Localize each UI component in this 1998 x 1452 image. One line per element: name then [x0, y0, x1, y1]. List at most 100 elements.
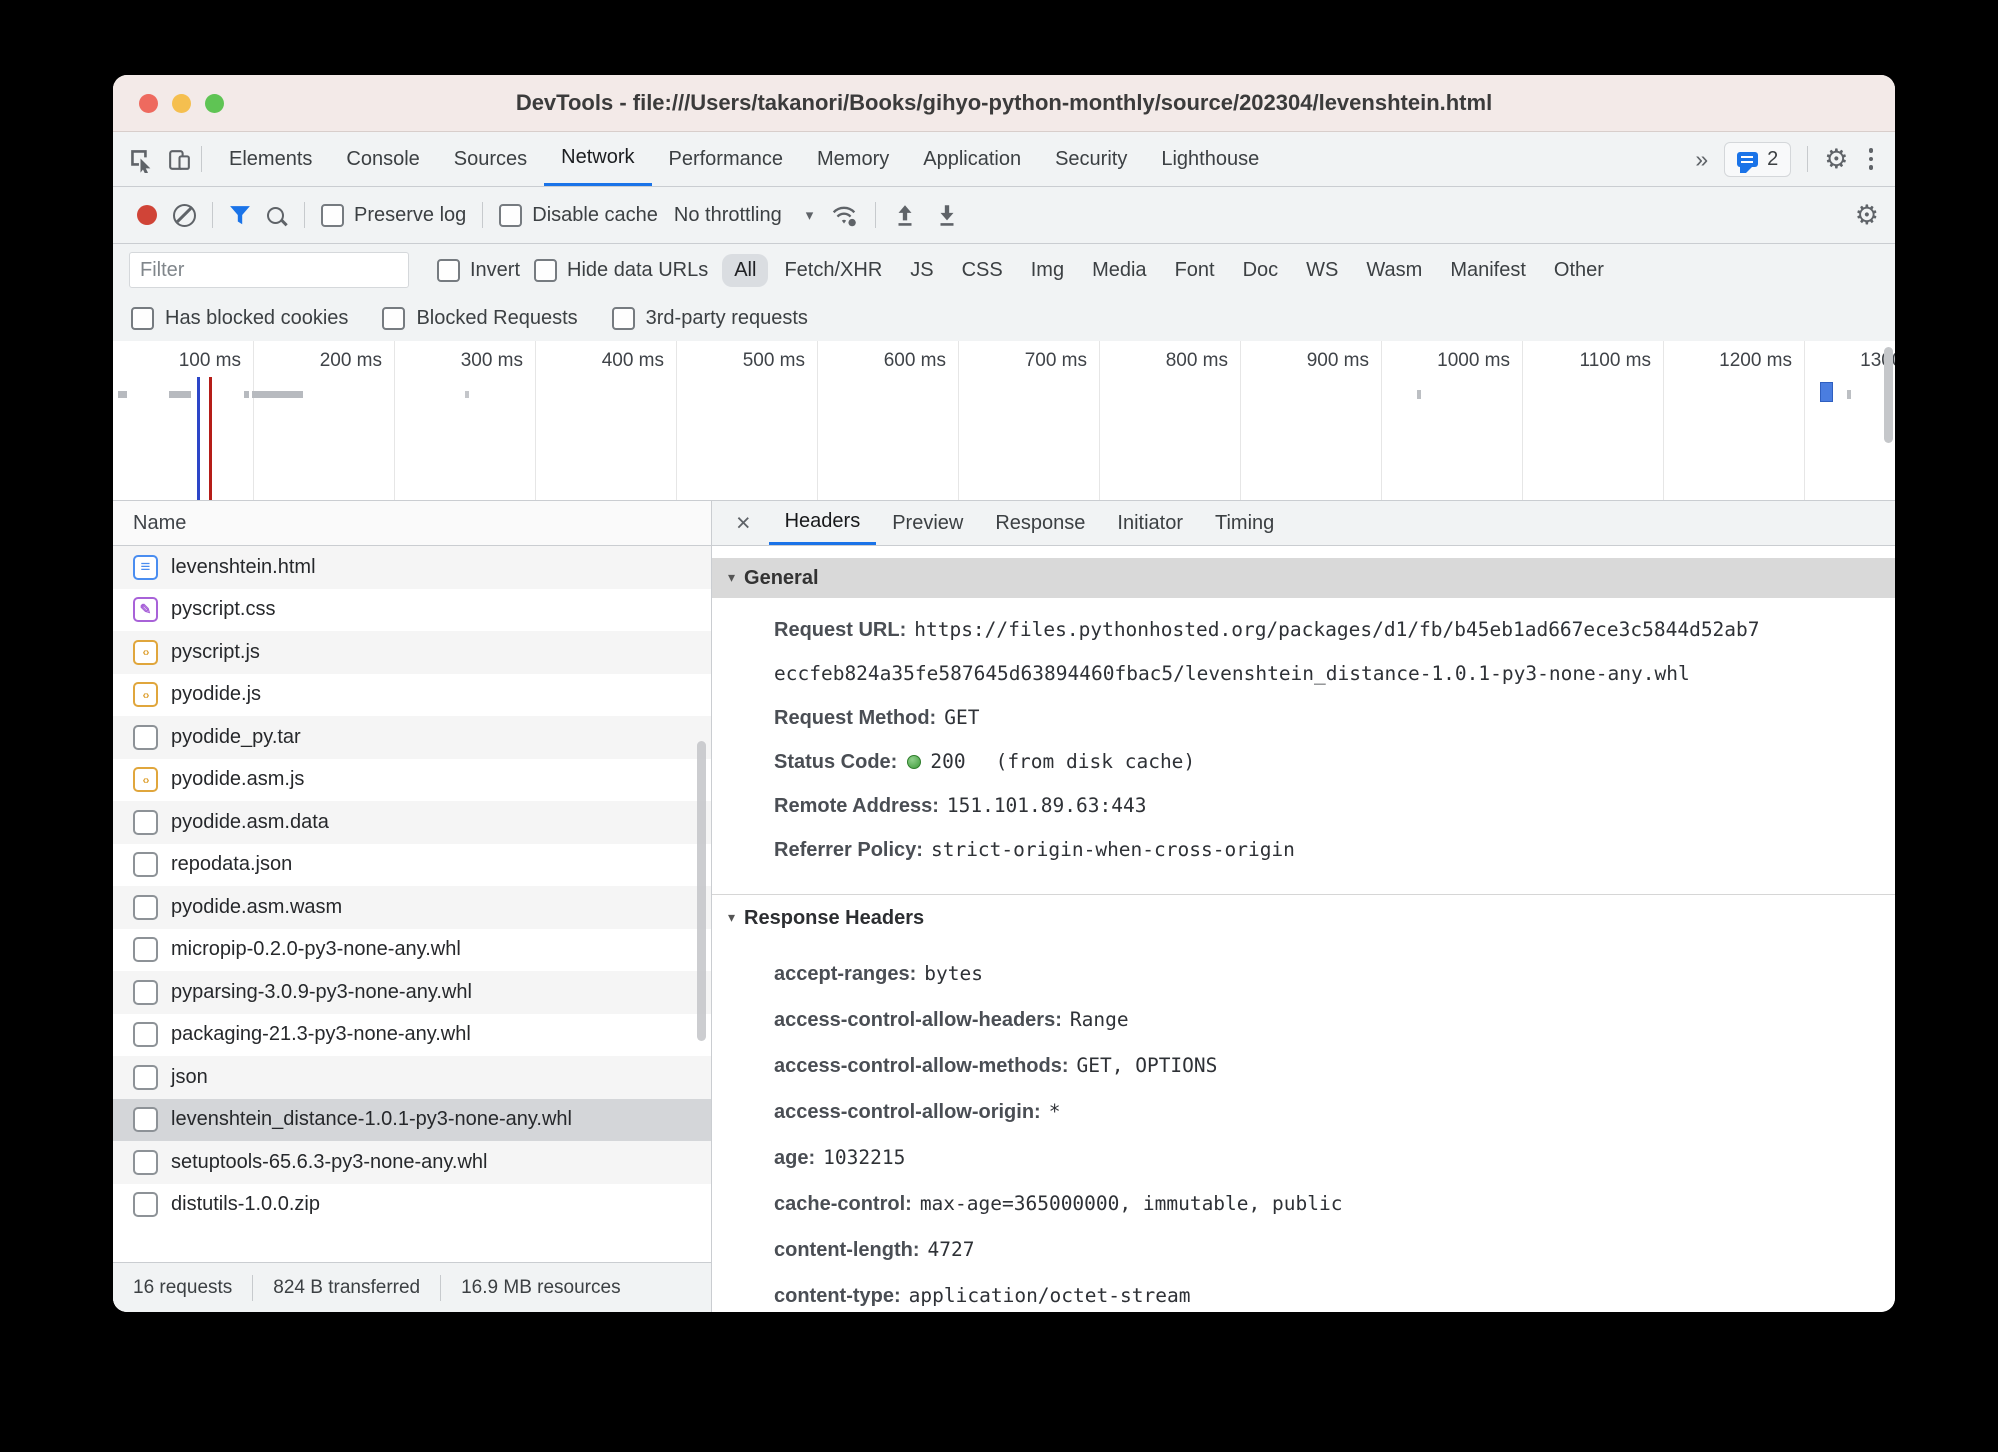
filter-type-ws[interactable]: WS — [1294, 254, 1350, 287]
search-network-icon[interactable] — [267, 207, 284, 224]
waterfall-marker — [209, 377, 212, 500]
request-row[interactable]: repodata.json — [113, 844, 711, 887]
collapse-triangle-icon: ▾ — [728, 895, 735, 941]
request-name: repodata.json — [171, 853, 292, 876]
name-column-header[interactable]: Name — [113, 501, 711, 546]
tab-network[interactable]: Network — [544, 132, 651, 186]
record-network-log-button[interactable] — [137, 205, 157, 225]
filter-type-other[interactable]: Other — [1542, 254, 1616, 287]
request-row[interactable]: distutils-1.0.0.zip — [113, 1184, 711, 1227]
script-icon — [133, 640, 158, 665]
import-har-icon[interactable] — [892, 202, 918, 228]
timeline-tick-label: 800 ms — [1100, 341, 1241, 500]
request-row[interactable]: packaging-21.3-py3-none-any.whl — [113, 1014, 711, 1057]
filter-type-doc[interactable]: Doc — [1231, 254, 1291, 287]
tab-memory[interactable]: Memory — [800, 132, 906, 186]
waterfall-marker — [1820, 382, 1833, 402]
close-window-button[interactable] — [139, 94, 158, 113]
minimize-window-button[interactable] — [172, 94, 191, 113]
third-party-requests-checkbox[interactable]: 3rd-party requests — [612, 307, 808, 330]
tab-lighthouse[interactable]: Lighthouse — [1144, 132, 1276, 186]
filter-input[interactable] — [129, 252, 409, 288]
inspect-element-icon[interactable] — [127, 146, 154, 173]
filter-type-js[interactable]: JS — [898, 254, 945, 287]
customize-devtools-icon[interactable] — [1865, 144, 1878, 174]
general-section-header[interactable]: ▾General — [712, 558, 1895, 598]
network-settings-gear-icon[interactable]: ⚙ — [1855, 202, 1879, 229]
detail-tab-preview[interactable]: Preview — [876, 501, 979, 545]
detail-tab-response[interactable]: Response — [979, 501, 1101, 545]
filter-type-manifest[interactable]: Manifest — [1438, 254, 1538, 287]
request-row[interactable]: pyodide_py.tar — [113, 716, 711, 759]
header-row: Request Method:GET — [712, 696, 1771, 740]
detail-tab-bar: × Headers Preview Response Initiator Tim… — [712, 501, 1895, 546]
filter-type-img[interactable]: Img — [1019, 254, 1076, 287]
request-name: pyodide.asm.js — [171, 768, 304, 791]
more-tabs-icon[interactable]: » — [1695, 146, 1708, 173]
filter-toggle-icon[interactable] — [229, 205, 251, 226]
request-row[interactable]: pyodide.asm.data — [113, 801, 711, 844]
waterfall-marker — [465, 391, 469, 398]
tab-elements[interactable]: Elements — [212, 132, 329, 186]
export-har-icon[interactable] — [934, 202, 960, 228]
divider — [201, 146, 202, 172]
response-headers-section-header[interactable]: ▾Response Headers — [712, 894, 1895, 941]
tab-sources[interactable]: Sources — [437, 132, 544, 186]
summary-item: 824 B transferred — [252, 1275, 440, 1301]
filter-type-all[interactable]: All — [722, 254, 768, 287]
blocked-requests-checkbox[interactable]: Blocked Requests — [382, 307, 577, 330]
window-controls — [139, 75, 224, 131]
has-blocked-cookies-checkbox[interactable]: Has blocked cookies — [131, 307, 348, 330]
invert-checkbox[interactable]: Invert — [437, 259, 520, 282]
tab-security[interactable]: Security — [1038, 132, 1144, 186]
zoom-window-button[interactable] — [205, 94, 224, 113]
filter-type-css[interactable]: CSS — [950, 254, 1015, 287]
request-row[interactable]: pyodide.js — [113, 674, 711, 717]
script-icon — [133, 767, 158, 792]
throttling-dropdown[interactable]: No throttling ▾ — [674, 204, 813, 227]
request-row[interactable]: pyscript.js — [113, 631, 711, 674]
detail-tab-initiator[interactable]: Initiator — [1101, 501, 1199, 545]
network-conditions-icon[interactable] — [829, 202, 859, 228]
detail-tab-timing[interactable]: Timing — [1199, 501, 1290, 545]
issues-counter-button[interactable]: 2 — [1724, 142, 1791, 177]
generic-icon — [133, 725, 158, 750]
device-toolbar-icon[interactable] — [166, 146, 193, 173]
hide-data-urls-checkbox[interactable]: Hide data URLs — [534, 259, 708, 282]
request-row[interactable]: setuptools-65.6.3-py3-none-any.whl — [113, 1141, 711, 1184]
divider — [482, 202, 483, 228]
request-row[interactable]: pyodide.asm.wasm — [113, 886, 711, 929]
network-overview-timeline[interactable]: 100 ms 200 ms 300 ms 400 ms 500 ms 600 m… — [113, 341, 1895, 501]
filter-type-font[interactable]: Font — [1163, 254, 1227, 287]
filter-type-fetch-xhr[interactable]: Fetch/XHR — [772, 254, 894, 287]
doc-icon — [133, 555, 158, 580]
request-row[interactable]: levenshtein.html — [113, 546, 711, 589]
request-row[interactable]: pyodide.asm.js — [113, 759, 711, 802]
request-row[interactable]: levenshtein_distance-1.0.1-py3-none-any.… — [113, 1099, 711, 1142]
timeline-scrollbar-thumb[interactable] — [1884, 347, 1893, 443]
tab-console[interactable]: Console — [329, 132, 436, 186]
request-row[interactable]: pyscript.css — [113, 589, 711, 632]
requests-scrollbar-thumb[interactable] — [697, 741, 706, 1041]
devtools-window: DevTools - file:///Users/takanori/Books/… — [113, 75, 1895, 1312]
disable-cache-checkbox[interactable]: Disable cache — [499, 204, 658, 227]
main-tab-bar: Elements Console Sources Network Perform… — [113, 132, 1895, 187]
settings-gear-icon[interactable]: ⚙ — [1824, 146, 1848, 173]
tab-application[interactable]: Application — [906, 132, 1038, 186]
close-detail-icon[interactable]: × — [712, 501, 769, 545]
clear-network-log-icon[interactable] — [173, 204, 196, 227]
detail-tab-headers[interactable]: Headers — [769, 501, 877, 545]
request-name: pyodide.asm.wasm — [171, 896, 342, 919]
filter-type-media[interactable]: Media — [1080, 254, 1158, 287]
request-row[interactable]: micropip-0.2.0-py3-none-any.whl — [113, 929, 711, 972]
divider — [212, 202, 213, 228]
summary-item: 16 requests — [113, 1275, 252, 1301]
network-filter-bar: Invert Hide data URLs All Fetch/XHR JS C… — [113, 244, 1895, 296]
request-row[interactable]: pyparsing-3.0.9-py3-none-any.whl — [113, 971, 711, 1014]
requests-panel: Name levenshtein.html pyscript.css — [113, 501, 712, 1312]
request-row[interactable]: json — [113, 1056, 711, 1099]
checkbox — [321, 204, 344, 227]
filter-type-wasm[interactable]: Wasm — [1354, 254, 1434, 287]
preserve-log-checkbox[interactable]: Preserve log — [321, 204, 466, 227]
tab-performance[interactable]: Performance — [652, 132, 801, 186]
